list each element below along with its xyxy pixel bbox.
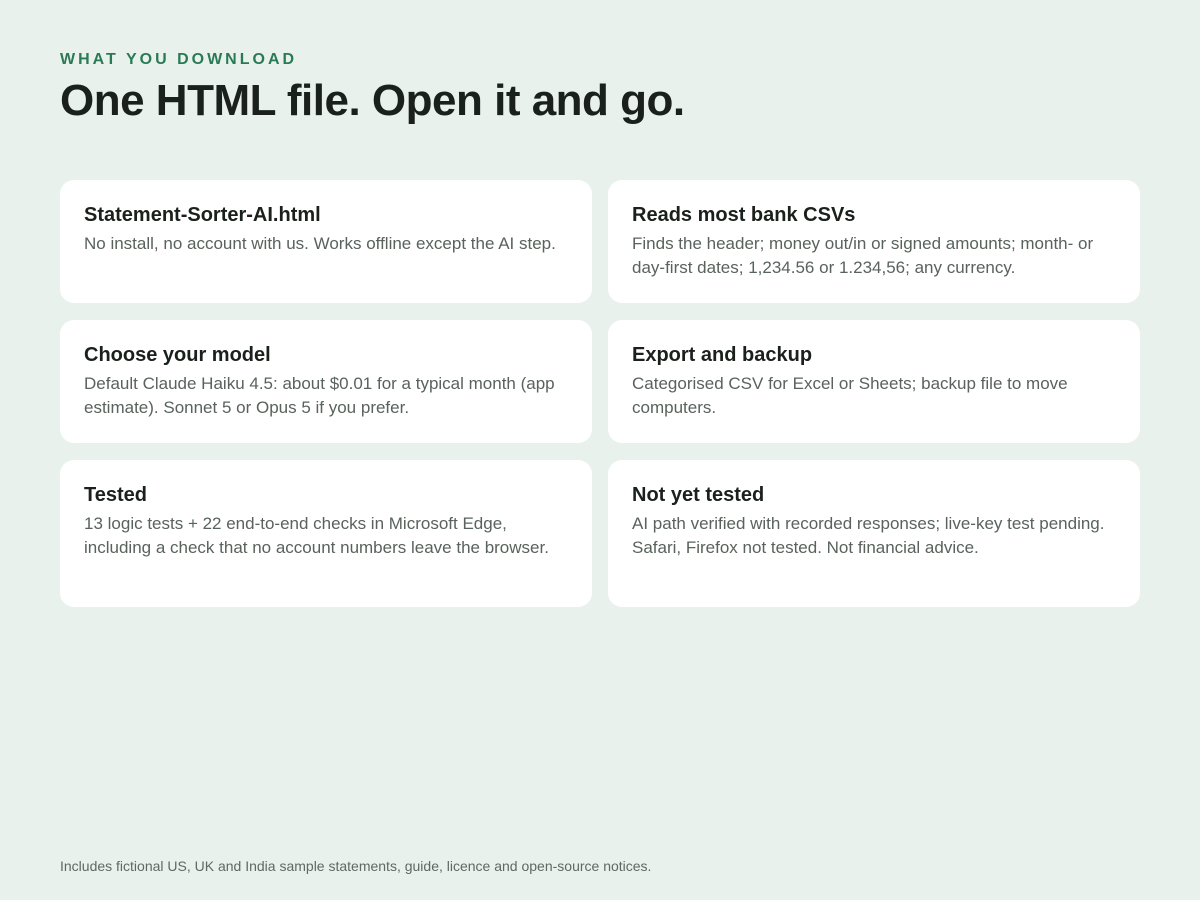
- footer-note: Includes fictional US, UK and India samp…: [60, 858, 652, 874]
- feature-grid: Statement-Sorter-AI.html No install, no …: [60, 180, 1140, 607]
- feature-card-body: Categorised CSV for Excel or Sheets; bac…: [632, 374, 1068, 417]
- feature-card-csv: Reads most bank CSVs Finds the header; m…: [608, 180, 1140, 303]
- feature-card-title: Tested: [84, 484, 147, 506]
- feature-card-model: Choose your model Default Claude Haiku 4…: [60, 320, 592, 443]
- feature-card-tested: Tested 13 logic tests + 22 end-to-end ch…: [60, 460, 592, 607]
- section-eyebrow: WHAT YOU DOWNLOAD: [60, 51, 298, 68]
- feature-card-not-tested: Not yet tested AI path verified with rec…: [608, 460, 1140, 607]
- feature-card-body: 13 logic tests + 22 end-to-end checks in…: [84, 514, 549, 557]
- feature-card-file: Statement-Sorter-AI.html No install, no …: [60, 180, 592, 303]
- feature-card-body: Finds the header; money out/in or signed…: [632, 234, 1094, 277]
- page-title: One HTML file. Open it and go.: [60, 76, 685, 125]
- feature-card-body: No install, no account with us. Works of…: [84, 234, 556, 253]
- feature-card-title: Reads most bank CSVs: [632, 204, 856, 226]
- feature-card-title: Statement-Sorter-AI.html: [84, 204, 321, 226]
- feature-card-title: Export and backup: [632, 344, 813, 366]
- feature-card-export: Export and backup Categorised CSV for Ex…: [608, 320, 1140, 443]
- feature-card-body: AI path verified with recorded responses…: [632, 514, 1105, 557]
- feature-card-title: Choose your model: [84, 344, 271, 366]
- feature-card-body: Default Claude Haiku 4.5: about $0.01 fo…: [84, 374, 555, 417]
- feature-card-title: Not yet tested: [632, 484, 765, 506]
- download-page: WHAT YOU DOWNLOAD One HTML file. Open it…: [60, 0, 1140, 900]
